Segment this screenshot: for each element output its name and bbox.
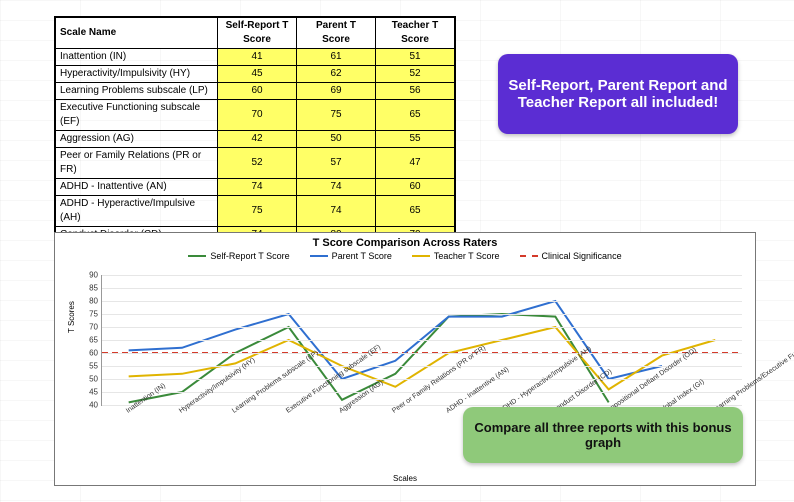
cell-parent: 74: [297, 196, 376, 227]
ytick-label: 80: [80, 297, 98, 306]
cell-parent: 62: [297, 66, 376, 83]
cell-scale: Hyperactivity/Impulsivity (HY): [56, 66, 218, 83]
grid-line: [102, 288, 742, 289]
legend-self-swatch: [188, 255, 206, 257]
cell-self: 52: [218, 148, 297, 179]
cell-parent: 69: [297, 83, 376, 100]
table-row: Inattention (IN)416151: [56, 49, 455, 66]
cell-scale: Inattention (IN): [56, 49, 218, 66]
cell-teacher: 52: [376, 66, 455, 83]
cell-teacher: 65: [376, 196, 455, 227]
th-scale: Scale Name: [56, 18, 218, 49]
table-row: Hyperactivity/Impulsivity (HY)456252: [56, 66, 455, 83]
table-row: Peer or Family Relations (PR or FR)52574…: [56, 148, 455, 179]
ytick-label: 70: [80, 323, 98, 332]
legend-teacher: Teacher T Score: [412, 251, 500, 261]
grid-line: [102, 327, 742, 328]
cell-scale: Aggression (AG): [56, 131, 218, 148]
callout-green: Compare all three reports with this bonu…: [463, 407, 743, 463]
grid-line: [102, 314, 742, 315]
legend-self-label: Self-Report T Score: [210, 251, 289, 261]
cell-parent: 74: [297, 179, 376, 196]
chart-xtitle: Scales: [55, 474, 755, 483]
cell-teacher: 51: [376, 49, 455, 66]
ytick-label: 55: [80, 362, 98, 371]
callout-green-text: Compare all three reports with this bonu…: [473, 420, 733, 450]
ytick-label: 40: [80, 401, 98, 410]
table-row: Learning Problems subscale (LP)606956: [56, 83, 455, 100]
cell-self: 75: [218, 196, 297, 227]
ytick-label: 60: [80, 349, 98, 358]
chart-ytitle: T Scores: [67, 301, 76, 333]
cell-parent: 57: [297, 148, 376, 179]
cell-teacher: 55: [376, 131, 455, 148]
ytick-label: 50: [80, 375, 98, 384]
grid-line: [102, 353, 742, 354]
callout-purple-text: Self-Report, Parent Report and Teacher R…: [508, 77, 728, 111]
chart-legend: Self-Report T Score Parent T Score Teach…: [55, 251, 755, 261]
cell-scale: Peer or Family Relations (PR or FR): [56, 148, 218, 179]
ytick-label: 45: [80, 388, 98, 397]
cell-scale: Executive Functioning subscale (EF): [56, 100, 218, 131]
legend-clinical: Clinical Significance: [520, 251, 622, 261]
grid-line: [102, 275, 742, 276]
chart-plot-area: 4045505560657075808590Inattention (IN)Hy…: [101, 275, 742, 406]
cell-parent: 75: [297, 100, 376, 131]
grid-line: [102, 301, 742, 302]
th-parent: Parent T Score: [297, 18, 376, 49]
table-row: ADHD - Inattentive (AN)747460: [56, 179, 455, 196]
grid-line: [102, 340, 742, 341]
cell-teacher: 47: [376, 148, 455, 179]
table-row: ADHD - Hyperactive/Impulsive (AH)757465: [56, 196, 455, 227]
cell-scale: ADHD - Inattentive (AN): [56, 179, 218, 196]
cell-teacher: 56: [376, 83, 455, 100]
cell-self: 60: [218, 83, 297, 100]
cell-teacher: 65: [376, 100, 455, 131]
grid-line: [102, 366, 742, 367]
legend-clinical-label: Clinical Significance: [542, 251, 622, 261]
cell-parent: 50: [297, 131, 376, 148]
table-row: Executive Functioning subscale (EF)70756…: [56, 100, 455, 131]
legend-clinical-swatch: [520, 255, 538, 257]
cell-self: 74: [218, 179, 297, 196]
ytick-label: 85: [80, 284, 98, 293]
legend-self: Self-Report T Score: [188, 251, 289, 261]
legend-parent: Parent T Score: [310, 251, 392, 261]
ytick-label: 65: [80, 336, 98, 345]
cell-scale: ADHD - Hyperactive/Impulsive (AH): [56, 196, 218, 227]
cell-self: 70: [218, 100, 297, 131]
callout-purple: Self-Report, Parent Report and Teacher R…: [498, 54, 738, 134]
th-self: Self-Report T Score: [218, 18, 297, 49]
legend-parent-label: Parent T Score: [332, 251, 392, 261]
ytick-label: 90: [80, 271, 98, 280]
chart-title: T Score Comparison Across Raters: [55, 233, 755, 249]
cell-scale: Learning Problems subscale (LP): [56, 83, 218, 100]
cell-teacher: 60: [376, 179, 455, 196]
chart-container: T Score Comparison Across Raters Self-Re…: [54, 232, 756, 486]
ytick-label: 75: [80, 310, 98, 319]
cell-self: 42: [218, 131, 297, 148]
th-teacher: Teacher T Score: [376, 18, 455, 49]
cell-self: 45: [218, 66, 297, 83]
cell-parent: 61: [297, 49, 376, 66]
table-row: Aggression (AG)425055: [56, 131, 455, 148]
legend-parent-swatch: [310, 255, 328, 257]
legend-teacher-swatch: [412, 255, 430, 257]
legend-teacher-label: Teacher T Score: [434, 251, 500, 261]
grid-line: [102, 405, 742, 406]
cell-self: 41: [218, 49, 297, 66]
